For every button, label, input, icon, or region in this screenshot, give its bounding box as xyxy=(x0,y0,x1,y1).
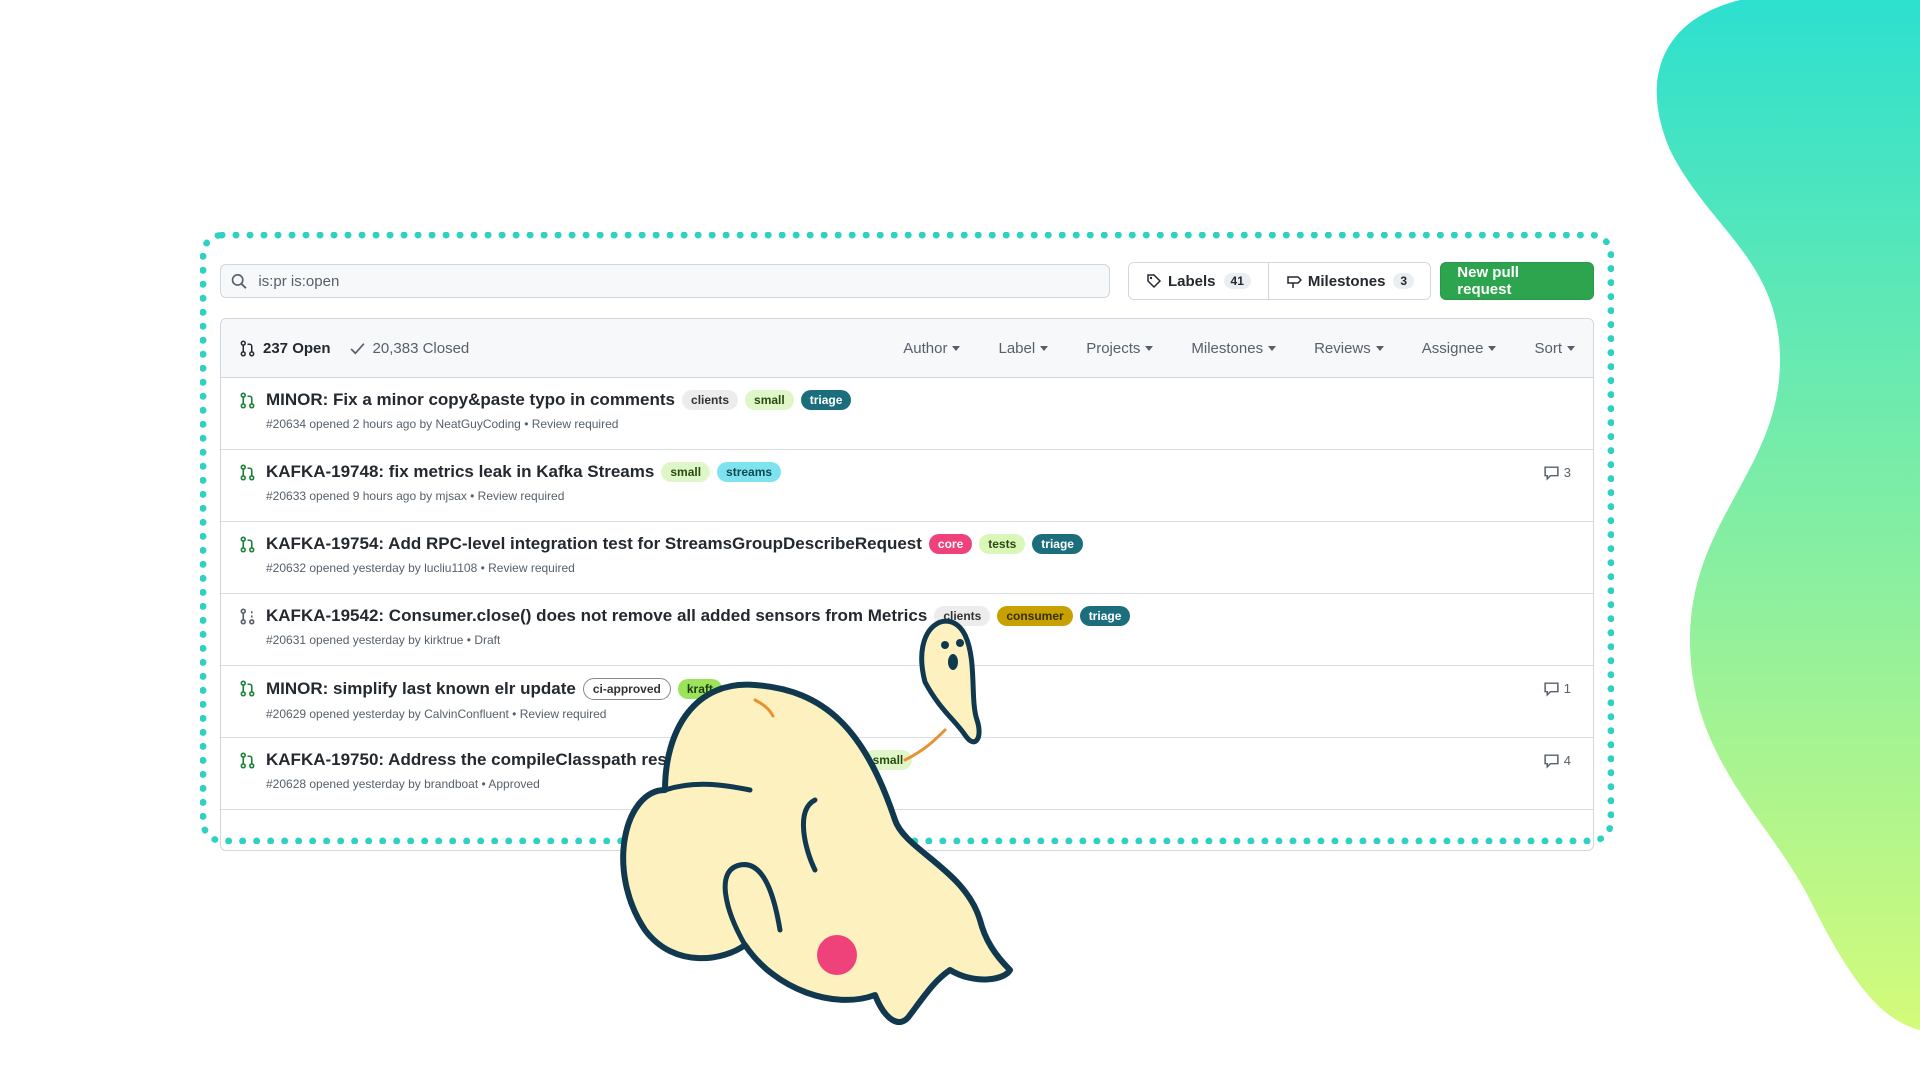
author-filter[interactable]: Author xyxy=(903,339,961,357)
pr-status-icon xyxy=(239,752,259,809)
pr-status-icon xyxy=(239,680,259,737)
milestones-count: 3 xyxy=(1393,273,1415,289)
pr-title-line: MINOR: Fix a minor copy&paste typo in co… xyxy=(266,390,852,410)
search-input[interactable] xyxy=(256,271,1099,291)
reviews-filter[interactable]: Reviews xyxy=(1314,340,1384,357)
pr-row-body: KAFKA-19748: fix metrics leak in Kafka S… xyxy=(266,462,782,521)
pr-title-link[interactable]: KAFKA-19754: Add RPC-level integration t… xyxy=(266,534,922,554)
chevron-down-icon xyxy=(1488,345,1497,351)
assignee-filter[interactable]: Assignee xyxy=(1422,340,1497,357)
pr-meta: #20634 opened 2 hours ago by NeatGuyCodi… xyxy=(266,417,619,431)
pr-status-icon xyxy=(239,392,259,449)
open-filter[interactable]: 237 Open xyxy=(239,340,331,357)
labels-button[interactable]: Labels 41 xyxy=(1129,263,1268,299)
comment-count: 3 xyxy=(1563,465,1571,480)
milestones-filter[interactable]: Milestones xyxy=(1191,339,1277,357)
pr-label[interactable]: triage xyxy=(800,390,852,410)
sort-filter[interactable]: Sort xyxy=(1534,340,1575,357)
comment-icon xyxy=(1544,466,1559,481)
comment-count-link[interactable]: 3 xyxy=(1543,464,1571,481)
search-icon xyxy=(231,273,247,289)
new-pull-request-button[interactable]: New pull request xyxy=(1440,262,1594,300)
comment-count: 4 xyxy=(1563,753,1571,768)
chevron-down-icon xyxy=(1145,345,1154,351)
pr-status-icon xyxy=(239,608,259,665)
chevron-down-icon xyxy=(952,345,961,351)
comment-icon xyxy=(1544,754,1559,769)
open-pull-request-icon xyxy=(240,464,255,481)
reviews-filter-label: Reviews xyxy=(1314,339,1371,357)
closed-filter[interactable]: 20,383 Closed xyxy=(349,339,470,357)
assignee-filter-label: Assignee xyxy=(1421,339,1484,357)
pr-label[interactable]: streams xyxy=(717,462,782,482)
open-pull-request-icon xyxy=(240,752,255,769)
pr-row-body: MINOR: Fix a minor copy&paste typo in co… xyxy=(266,390,852,449)
pr-label[interactable]: core xyxy=(928,534,973,554)
pr-status-icon xyxy=(239,536,259,593)
comment-count: 1 xyxy=(1563,681,1571,696)
filter-dropdowns: Author Label Projects Milestones Reviews… xyxy=(865,340,1575,357)
pr-title-link[interactable]: KAFKA-19748: fix metrics leak in Kafka S… xyxy=(266,462,654,482)
chevron-down-icon xyxy=(1375,345,1384,351)
comment-icon xyxy=(1544,682,1559,697)
chevron-down-icon xyxy=(1268,345,1277,351)
pr-label[interactable]: triage xyxy=(1079,606,1131,626)
open-count: 237 Open xyxy=(263,339,331,357)
pr-title-line: KAFKA-19748: fix metrics leak in Kafka S… xyxy=(266,462,782,482)
projects-filter-label: Projects xyxy=(1086,339,1141,357)
pr-row[interactable]: KAFKA-19748: fix metrics leak in Kafka S… xyxy=(221,450,1593,522)
labels-count: 41 xyxy=(1223,273,1251,289)
milestone-icon xyxy=(1287,276,1302,288)
pr-label[interactable]: small xyxy=(661,462,711,482)
pr-row[interactable]: MINOR: Fix a minor copy&paste typo in co… xyxy=(221,378,1593,450)
label-filter-label: Label xyxy=(998,339,1036,357)
chevron-down-icon xyxy=(1040,345,1049,351)
pr-title-line: KAFKA-19754: Add RPC-level integration t… xyxy=(266,534,1083,554)
pr-label[interactable]: small xyxy=(745,390,794,410)
chevron-down-icon xyxy=(1567,345,1575,351)
comment-count-link[interactable]: 1 xyxy=(1543,680,1571,697)
tag-icon xyxy=(1147,274,1162,289)
cartoon-creature-illustration xyxy=(620,618,1013,1025)
pr-row[interactable]: KAFKA-19754: Add RPC-level integration t… xyxy=(221,522,1593,594)
open-pull-request-icon xyxy=(240,680,255,697)
pr-label[interactable]: tests xyxy=(979,534,1026,554)
milestones-button[interactable]: Milestones 3 xyxy=(1267,263,1431,299)
open-pull-request-icon xyxy=(240,536,255,553)
pr-status-icon xyxy=(239,464,259,521)
pr-label[interactable]: triage xyxy=(1032,534,1083,554)
author-filter-label: Author xyxy=(903,339,948,357)
toolbar: Labels 41 Milestones 3 New pull request xyxy=(220,262,1594,300)
sort-filter-label: Sort xyxy=(1534,339,1562,357)
label-filter[interactable]: Label xyxy=(998,339,1049,357)
projects-filter[interactable]: Projects xyxy=(1086,339,1154,357)
open-pull-request-icon xyxy=(240,392,255,409)
labels-milestones-group: Labels 41 Milestones 3 xyxy=(1128,262,1432,300)
pr-label[interactable]: clients xyxy=(682,390,739,410)
check-icon xyxy=(350,342,365,355)
labels-button-label: Labels xyxy=(1168,272,1216,290)
pr-meta: #20633 opened 9 hours ago by mjsax • Rev… xyxy=(266,489,565,503)
draft-pull-request-icon xyxy=(240,608,255,625)
search-box[interactable] xyxy=(220,264,1110,298)
pull-request-icon xyxy=(240,340,255,356)
closed-count: 20,383 Closed xyxy=(372,339,470,357)
pr-title-link[interactable]: MINOR: Fix a minor copy&paste typo in co… xyxy=(266,390,675,410)
pr-meta: #20632 opened yesterday by lucliu1108 • … xyxy=(266,561,575,575)
pr-row-body: KAFKA-19754: Add RPC-level integration t… xyxy=(266,534,1083,593)
pr-list-header: 237 Open 20,383 Closed Author Label Proj… xyxy=(221,319,1593,378)
milestones-filter-label: Milestones xyxy=(1191,339,1264,357)
comment-count-link[interactable]: 4 xyxy=(1543,752,1571,769)
gradient-wave-decoration xyxy=(1656,0,1920,1030)
pr-title-link[interactable]: MINOR: simplify last known elr update xyxy=(266,679,576,699)
milestones-button-label: Milestones xyxy=(1307,272,1386,290)
